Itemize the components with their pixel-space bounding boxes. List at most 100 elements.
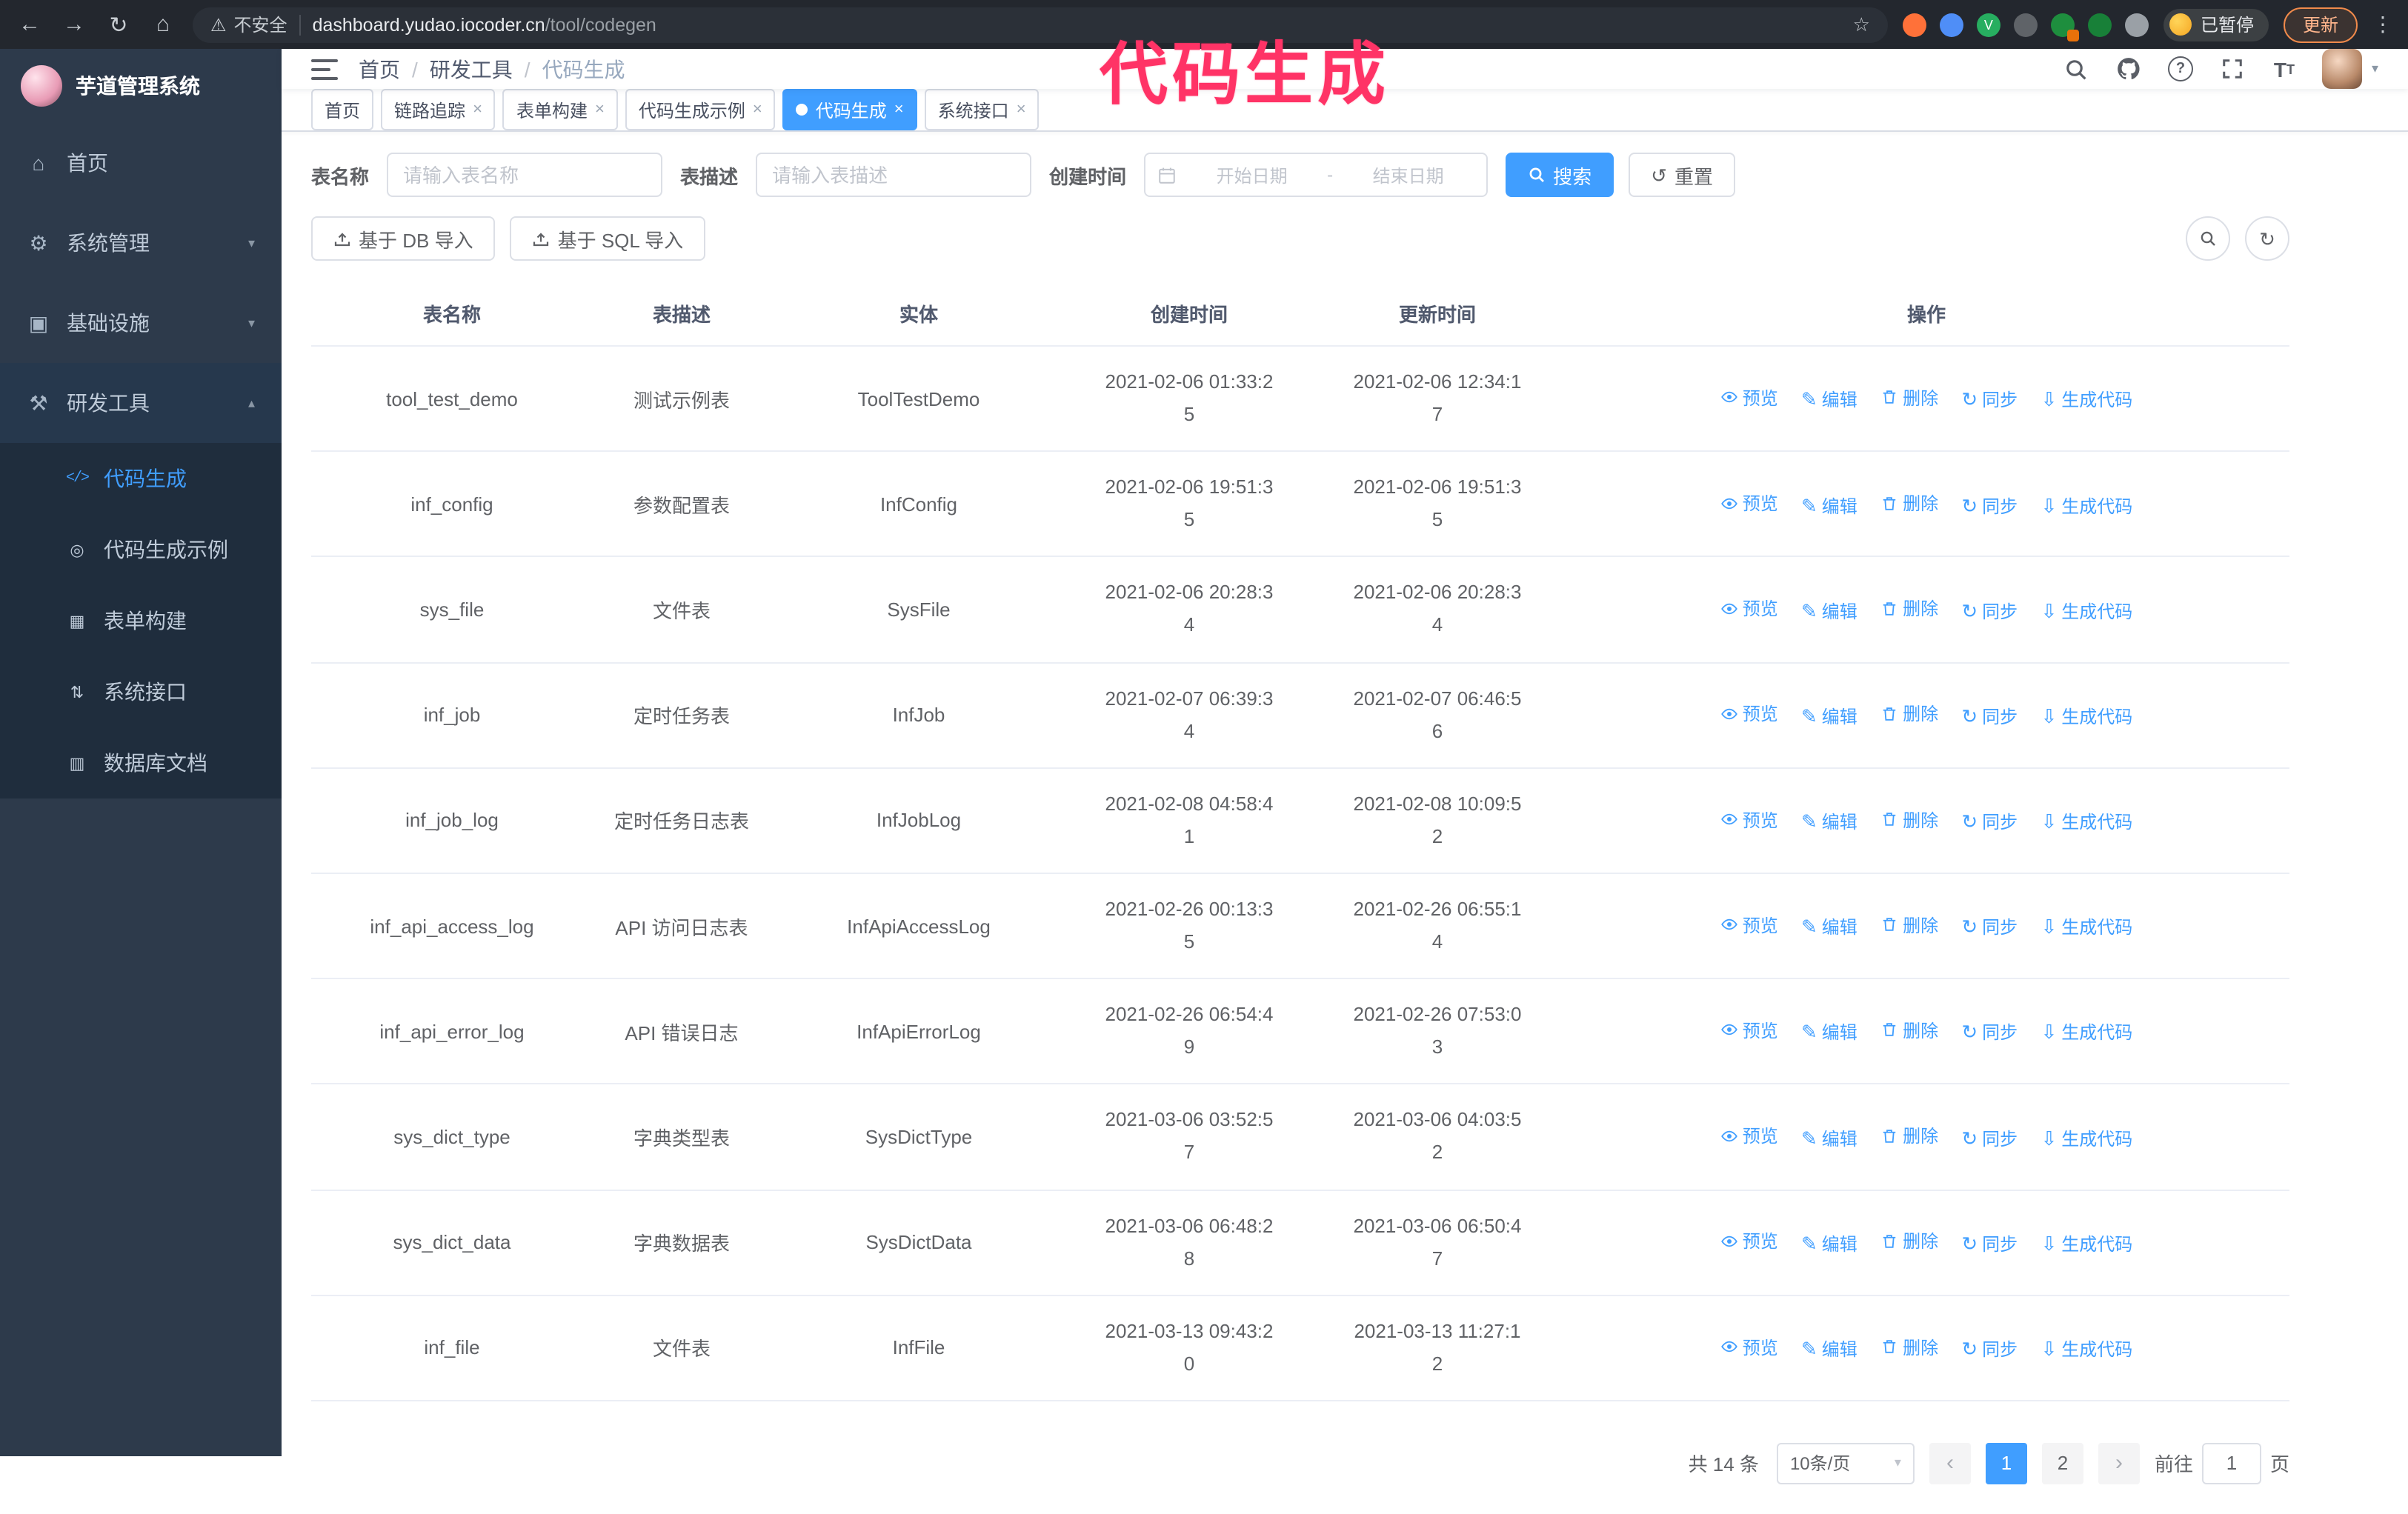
delete-link[interactable]: 删除 — [1880, 596, 1938, 621]
tab-home[interactable]: 首页 — [311, 89, 374, 130]
security-chip[interactable]: ⚠ 不安全 — [210, 12, 287, 37]
preview-link[interactable]: 预览 — [1720, 490, 1778, 516]
edit-link[interactable]: ✎ 编辑 — [1801, 387, 1857, 413]
page-size-select[interactable]: 10条/页 ▾ — [1776, 1442, 1915, 1484]
sync-link[interactable]: ↻ 同步 — [1961, 1020, 2018, 1045]
close-icon[interactable]: × — [894, 101, 904, 119]
breadcrumb-devtools[interactable]: 研发工具 — [430, 54, 513, 84]
preview-link[interactable]: 预览 — [1720, 596, 1778, 621]
preview-link[interactable]: 预览 — [1720, 1334, 1778, 1359]
sync-link[interactable]: ↻ 同步 — [1961, 1231, 2018, 1256]
sidebar-item-db-doc[interactable]: ▥ 数据库文档 — [0, 727, 282, 798]
delete-link[interactable]: 删除 — [1880, 1018, 1938, 1043]
bookmark-star-icon[interactable]: ☆ — [1853, 13, 1870, 36]
delete-link[interactable]: 删除 — [1880, 807, 1938, 832]
close-icon[interactable]: × — [753, 101, 762, 119]
delete-link[interactable]: 删除 — [1880, 1229, 1938, 1254]
close-icon[interactable]: × — [595, 101, 605, 119]
generate-code-link[interactable]: ⇩ 生成代码 — [2041, 387, 2132, 413]
generate-code-link[interactable]: ⇩ 生成代码 — [2041, 1231, 2132, 1256]
sync-link[interactable]: ↻ 同步 — [1961, 493, 2018, 518]
edit-link[interactable]: ✎ 编辑 — [1801, 1336, 1857, 1361]
import-db-button[interactable]: 基于 DB 导入 — [311, 216, 496, 261]
forward-icon[interactable]: → — [59, 12, 89, 37]
import-sql-button[interactable]: 基于 SQL 导入 — [510, 216, 706, 261]
sidebar-item-codegen[interactable]: </> 代码生成 — [0, 443, 282, 514]
generate-code-link[interactable]: ⇩ 生成代码 — [2041, 1336, 2132, 1361]
table-desc-input[interactable] — [756, 153, 1032, 197]
reset-button[interactable]: ↺ 重置 — [1629, 153, 1735, 197]
github-icon[interactable] — [2115, 56, 2142, 82]
font-size-icon[interactable]: TT — [2271, 56, 2298, 82]
page-button-1[interactable]: 1 — [1985, 1442, 2027, 1484]
app-logo[interactable]: 芋道管理系统 — [0, 49, 282, 123]
toggle-search-button[interactable] — [2186, 216, 2230, 261]
sidebar-item-system[interactable]: ⚙ 系统管理 ▾ — [0, 203, 282, 283]
extension-icon-5[interactable] — [2050, 13, 2079, 41]
edit-link[interactable]: ✎ 编辑 — [1801, 1125, 1857, 1150]
generate-code-link[interactable]: ⇩ 生成代码 — [2041, 493, 2132, 518]
home-icon[interactable]: ⌂ — [148, 12, 178, 37]
preview-link[interactable]: 预览 — [1720, 913, 1778, 938]
edit-link[interactable]: ✎ 编辑 — [1801, 493, 1857, 518]
sync-link[interactable]: ↻ 同步 — [1961, 387, 2018, 413]
sidebar-item-form-builder[interactable]: ▦ 表单构建 — [0, 585, 282, 656]
sidebar-item-infrastructure[interactable]: ▣ 基础设施 ▾ — [0, 283, 282, 363]
tab-codegen-example[interactable]: 代码生成示例 × — [625, 89, 776, 130]
sync-link[interactable]: ↻ 同步 — [1961, 704, 2018, 729]
page-button-2[interactable]: 2 — [2041, 1442, 2083, 1484]
extension-icon-6[interactable] — [2087, 13, 2112, 36]
date-range-picker[interactable]: 开始日期 - 结束日期 — [1144, 153, 1489, 197]
goto-page-input[interactable] — [2201, 1442, 2261, 1484]
tab-trace[interactable]: 链路追踪 × — [381, 89, 496, 130]
sync-link[interactable]: ↻ 同步 — [1961, 1336, 2018, 1361]
generate-code-link[interactable]: ⇩ 生成代码 — [2041, 915, 2132, 940]
preview-link[interactable]: 预览 — [1720, 701, 1778, 727]
generate-code-link[interactable]: ⇩ 生成代码 — [2041, 809, 2132, 834]
edit-link[interactable]: ✎ 编辑 — [1801, 1231, 1857, 1256]
edit-link[interactable]: ✎ 编辑 — [1801, 809, 1857, 834]
browser-menu-icon[interactable]: ⋮ — [2372, 12, 2393, 37]
edit-link[interactable]: ✎ 编辑 — [1801, 598, 1857, 623]
preview-link[interactable]: 预览 — [1720, 1123, 1778, 1148]
tab-system-api[interactable]: 系统接口 × — [924, 89, 1040, 130]
generate-code-link[interactable]: ⇩ 生成代码 — [2041, 598, 2132, 623]
prev-page-button[interactable]: ‹ — [1929, 1442, 1971, 1484]
next-page-button[interactable]: › — [2098, 1442, 2140, 1484]
help-icon[interactable]: ? — [2167, 56, 2194, 82]
preview-link[interactable]: 预览 — [1720, 1229, 1778, 1254]
browser-update-button[interactable]: 更新 — [2283, 7, 2358, 42]
generate-code-link[interactable]: ⇩ 生成代码 — [2041, 1020, 2132, 1045]
delete-link[interactable]: 删除 — [1880, 385, 1938, 410]
close-icon[interactable]: × — [473, 101, 482, 119]
sidebar-item-system-api[interactable]: ⇅ 系统接口 — [0, 656, 282, 727]
extension-icon-1[interactable] — [1902, 13, 1926, 36]
address-bar[interactable]: ⚠ 不安全 dashboard.yudao.iocoder.cn/tool/co… — [193, 7, 1888, 42]
sidebar-toggle-icon[interactable] — [311, 59, 338, 79]
extension-icon-2[interactable] — [1939, 13, 1963, 36]
generate-code-link[interactable]: ⇩ 生成代码 — [2041, 704, 2132, 729]
sidebar-item-codegen-example[interactable]: ◎ 代码生成示例 — [0, 514, 282, 585]
delete-link[interactable]: 删除 — [1880, 701, 1938, 727]
edit-link[interactable]: ✎ 编辑 — [1801, 1020, 1857, 1045]
preview-link[interactable]: 预览 — [1720, 385, 1778, 410]
breadcrumb-home[interactable]: 首页 — [359, 54, 400, 84]
generate-code-link[interactable]: ⇩ 生成代码 — [2041, 1125, 2132, 1150]
extension-icon-3[interactable]: V — [1976, 13, 2000, 36]
delete-link[interactable]: 删除 — [1880, 490, 1938, 516]
preview-link[interactable]: 预览 — [1720, 807, 1778, 832]
profile-paused-chip[interactable]: 已暂停 — [2163, 8, 2269, 41]
puzzle-icon[interactable] — [2124, 13, 2149, 36]
search-icon[interactable] — [2063, 56, 2090, 82]
tab-form-builder[interactable]: 表单构建 × — [502, 89, 618, 130]
delete-link[interactable]: 删除 — [1880, 1123, 1938, 1148]
sync-link[interactable]: ↻ 同步 — [1961, 809, 2018, 834]
user-menu[interactable]: ▾ — [2322, 49, 2378, 89]
reload-icon[interactable]: ↻ — [104, 11, 133, 38]
fullscreen-icon[interactable] — [2219, 56, 2246, 82]
sidebar-item-home[interactable]: ⌂ 首页 — [0, 123, 282, 203]
delete-link[interactable]: 删除 — [1880, 1334, 1938, 1359]
sidebar-item-devtools[interactable]: ⚒ 研发工具 ▴ — [0, 363, 282, 443]
refresh-table-button[interactable]: ↻ — [2245, 216, 2289, 261]
sync-link[interactable]: ↻ 同步 — [1961, 598, 2018, 623]
